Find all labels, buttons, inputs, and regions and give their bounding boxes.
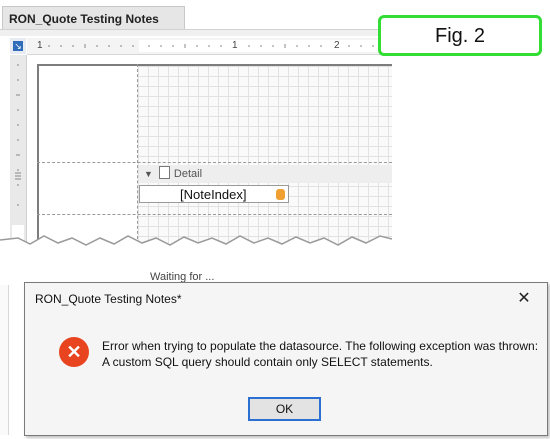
- noteindex-field[interactable]: [NoteIndex]: [139, 185, 289, 203]
- ruler-corner-button[interactable]: ↘: [10, 38, 26, 54]
- report-designer-panel: RON_Quote Testing Notes ↘ 1 1 2 ▼ Detail…: [0, 0, 392, 258]
- figure-label-text: Fig. 2: [434, 25, 486, 47]
- error-message-line-1: Error when trying to populate the dataso…: [102, 339, 539, 353]
- tab-strip: [0, 29, 392, 36]
- dialog-title: RON_Quote Testing Notes*: [35, 292, 182, 306]
- arrow-diagonal-icon: ↘: [13, 41, 23, 51]
- ok-button[interactable]: OK: [248, 397, 321, 421]
- vertical-ruler: [10, 55, 27, 255]
- detail-band-caption[interactable]: ▼ Detail: [144, 166, 202, 182]
- document-tab[interactable]: RON_Quote Testing Notes: [2, 6, 185, 30]
- background-window-edge: [0, 285, 9, 435]
- field-label: [NoteIndex]: [180, 187, 247, 202]
- close-icon[interactable]: ✕: [513, 289, 535, 309]
- database-icon: [276, 189, 285, 200]
- band-document-icon: [158, 166, 170, 179]
- document-tab-label: RON_Quote Testing Notes: [9, 12, 159, 26]
- ruler-ticks: [48, 44, 374, 48]
- ruler-ticks: [15, 64, 21, 241]
- band-label: Detail: [173, 168, 203, 180]
- error-dialog: RON_Quote Testing Notes* ✕ ✕ Error when …: [24, 282, 548, 436]
- error-icon: ✕: [59, 337, 89, 367]
- collapse-triangle-icon[interactable]: ▼: [144, 169, 153, 179]
- margin-guide: [137, 64, 138, 244]
- figure-label: Fig. 2: [378, 15, 542, 56]
- band-guide: [37, 214, 392, 215]
- error-message-line-2: A custom SQL query should contain only S…: [102, 355, 433, 369]
- horizontal-ruler: 1 1 2: [27, 38, 387, 55]
- band-guide: [37, 162, 392, 163]
- torn-edge: [0, 235, 392, 258]
